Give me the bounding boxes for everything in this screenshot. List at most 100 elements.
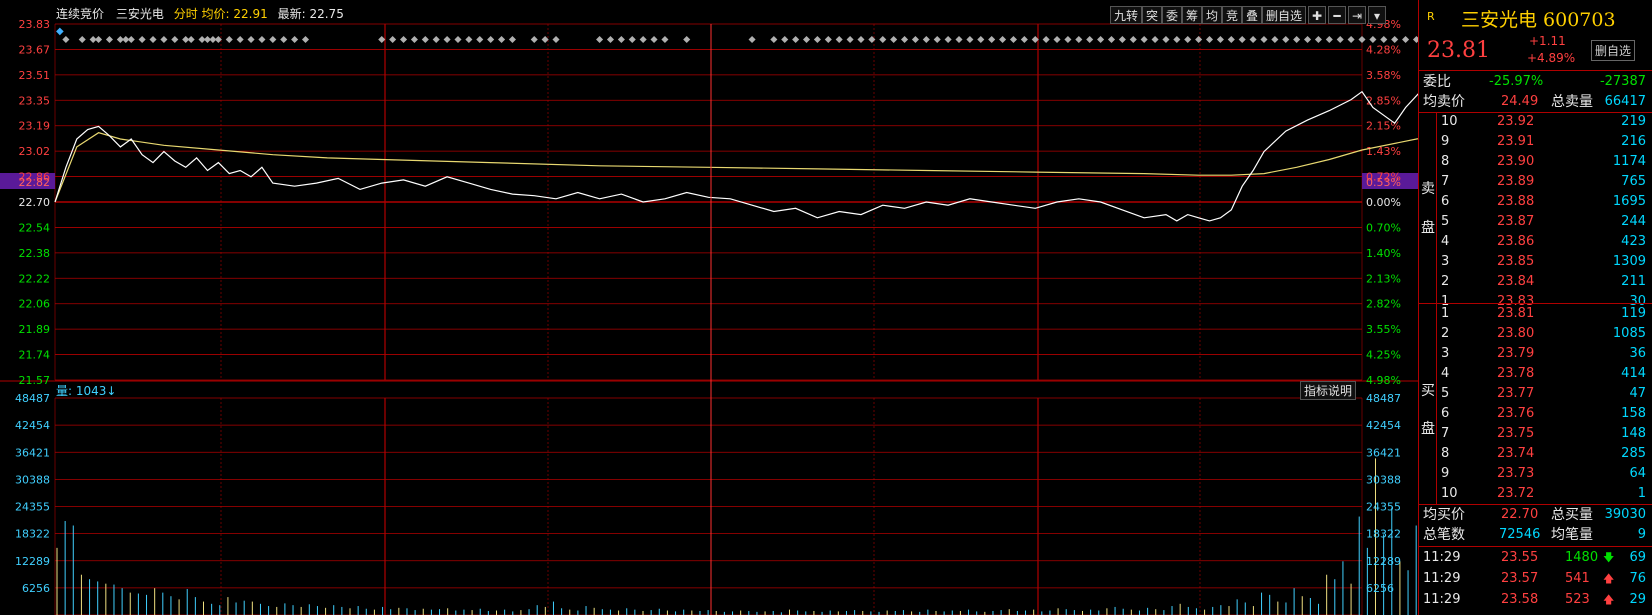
trade-marker [1140,35,1148,44]
trade-marker [792,35,800,44]
chart-header: 连续竞价 三安光电 分时 均价: 22.91 最新: 22.75 [56,5,344,22]
sell-level-row[interactable]: 2 23.84 211 [1419,272,1652,292]
buy-level-row[interactable]: 2 23.80 1085 [1419,324,1652,344]
tick-row: 11:29 23.58 523 🡅 29 [1419,590,1652,610]
sell-level-row[interactable]: 3 23.85 1309 [1419,252,1652,272]
level-number: 7 [1441,174,1450,189]
pct-tick-label: 4.25% [1366,349,1401,362]
sell-level-row[interactable]: 8 23.90 1174 [1419,152,1652,172]
trade-marker [857,35,865,44]
price-tick-label: 21.74 [19,349,51,362]
volume-tick-label: 24355 [15,501,50,514]
trade-marker [105,35,113,44]
toolbar-button[interactable]: 竞 [1222,6,1243,24]
minus-icon[interactable]: ━ [1328,6,1346,24]
toolbar-button[interactable]: 筹 [1182,6,1203,24]
trade-mode: 连续竞价 [56,7,105,21]
sell-level-row[interactable]: 9 23.91 216 [1419,132,1652,152]
pct-tick-label: 1.43% [1366,145,1401,158]
trade-marker [650,35,658,44]
price-tick-label: 23.02 [19,145,51,158]
pct-tick-label: 2.82% [1366,298,1401,311]
sell-level-row[interactable]: 6 23.88 1695 [1419,192,1652,212]
delete-watchlist-button[interactable]: 删自选 [1591,40,1636,61]
volume-tick-label: 36421 [15,446,50,459]
trade-marker [988,35,996,44]
volume-label: 量: 1043↓ [56,384,117,398]
trade-marker [421,35,429,44]
latest-label: 最新: [277,7,306,21]
arrow-up-icon: 🡅 [1603,572,1615,585]
buy-level-row[interactable]: 4 23.78 414 [1419,364,1652,384]
level-price: 23.78 [1497,366,1535,381]
cursor-price-label: 22.82 [19,176,51,189]
level-price: 23.77 [1497,386,1535,401]
volume-tick-label: 18322 [15,528,50,541]
toolbar-button[interactable]: 九转 [1110,6,1143,24]
volume-tick-label: 18322 [1366,528,1401,541]
volume-tick-label: 42454 [1366,419,1401,432]
trade-marker [933,35,941,44]
trade-marker [1358,35,1366,44]
buy-level-row[interactable]: 6 23.76 158 [1419,404,1652,424]
sell-level-row[interactable]: 7 23.89 765 [1419,172,1652,192]
buy-level-row[interactable]: 8 23.74 285 [1419,444,1652,464]
price-tick-label: 22.06 [19,298,51,311]
toolbar-button[interactable]: 删自选 [1262,6,1307,24]
toolbar-button[interactable]: 均 [1202,6,1223,24]
sell-level-row[interactable]: 4 23.86 423 [1419,232,1652,252]
volume-tick-label: 12289 [15,555,50,568]
toolbar-button[interactable]: 叠 [1242,6,1263,24]
diamond-marker-top: ◆ [56,26,64,37]
trade-marker [1020,35,1028,44]
trade-marker [824,35,832,44]
level-number: 5 [1441,214,1450,229]
dropdown-icon[interactable]: ▾ [1368,6,1386,24]
stock-name-header: 三安光电 [115,7,164,21]
trade-marker [1238,35,1246,44]
chart-grid [0,23,1418,615]
buy-level-row[interactable]: 10 23.72 1 [1419,484,1652,504]
sell-avg-label: 均卖价 [1423,94,1465,110]
sell-level-row[interactable]: 5 23.87 244 [1419,212,1652,232]
trade-marker [487,35,495,44]
buy-level-row[interactable]: 1 23.81 119 [1419,304,1652,324]
price-tick-label: 21.89 [19,323,51,336]
level-volume: 414 [1621,366,1646,381]
buy-level-row[interactable]: 7 23.75 148 [1419,424,1652,444]
buy-avg-price: 22.70 [1501,507,1539,522]
level-price: 23.76 [1497,406,1535,421]
tick-count: 76 [1629,571,1646,586]
level-number: 10 [1441,486,1458,501]
toolbar-button[interactable]: 委 [1162,6,1183,24]
level-price: 23.92 [1497,114,1535,129]
trade-marker [465,35,473,44]
sell-level-row[interactable]: 10 23.92 219 [1419,112,1652,132]
trade-marker [171,35,179,44]
trade-marker [1064,35,1072,44]
price-tick-label: 21.57 [19,374,51,387]
trade-marker [1129,35,1137,44]
stock-title: 三安光电 600703 [1461,9,1616,31]
pct-tick-label: 0.70% [1366,221,1401,234]
level-number: 10 [1441,114,1458,129]
trade-marker [1391,35,1399,44]
buy-level-row[interactable]: 5 23.77 47 [1419,384,1652,404]
volume-tick-label: 30388 [1366,473,1401,486]
level-number: 7 [1441,426,1450,441]
skip-end-icon[interactable]: ⇥ [1348,6,1366,24]
trade-marker [78,35,86,44]
buy-level-row[interactable]: 9 23.73 64 [1419,464,1652,484]
latest-value: 22.75 [309,7,344,21]
toolbar-button[interactable]: 突 [1142,6,1163,24]
level-number: 9 [1441,466,1450,481]
trade-marker [280,35,288,44]
indicator-help-button[interactable]: 指标说明 [1300,381,1357,400]
trade-marker [541,35,549,44]
volume-tick-label: 30388 [15,473,50,486]
trade-marker [1304,35,1312,44]
intraday-chart[interactable]: 23.8323.6723.5123.3523.1923.0222.8622.70… [0,0,1418,615]
level-number: 1 [1441,306,1450,321]
buy-level-row[interactable]: 3 23.79 36 [1419,344,1652,364]
plus-icon[interactable]: ✚ [1308,6,1326,24]
